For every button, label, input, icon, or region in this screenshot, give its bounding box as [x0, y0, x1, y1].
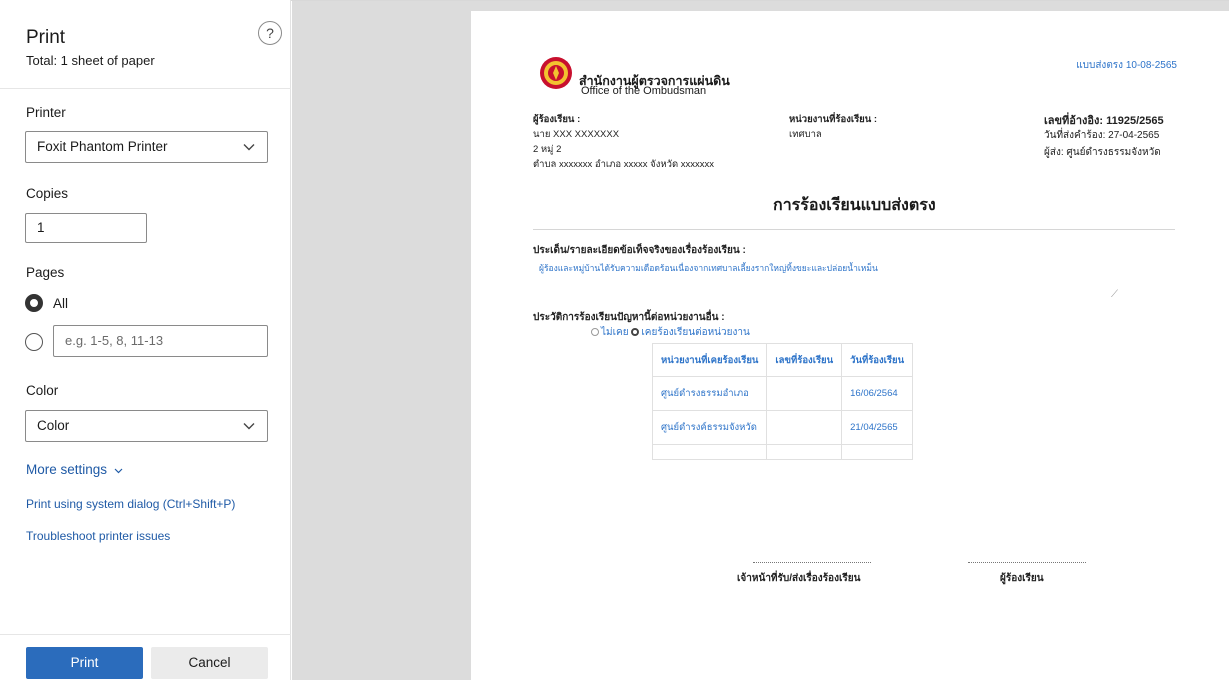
panel-divider — [0, 88, 291, 89]
agency-label: หน่วยงานที่ร้องเรียน : — [789, 114, 878, 125]
table-cell — [841, 444, 914, 460]
printer-label: Printer — [26, 105, 66, 120]
color-select[interactable]: Color — [25, 410, 268, 442]
officer-signature-line — [753, 562, 871, 564]
table-cell: ศูนย์ดำรงค์ธรรมจังหวัด — [651, 410, 768, 445]
address-line-2: ตำบล xxxxxxx อำเภอ xxxxx จังหวัด xxxxxxx — [533, 159, 715, 170]
history-options: ไม่เคย เคยร้องเรียนต่อหน่วยงาน — [591, 325, 750, 340]
complainant-name: นาย XXX XXXXXXX — [533, 129, 620, 140]
print-settings-panel: Print Total: 1 sheet of paper ? Printer … — [0, 0, 291, 680]
table-cell: 16/06/2564 — [841, 376, 914, 411]
history-table: หน่วยงานที่เคยร้องเรียน เลขที่ร้องเรียน … — [651, 343, 914, 460]
pages-range-input[interactable]: e.g. 1-5, 8, 11-13 — [53, 325, 268, 357]
table-row — [651, 444, 914, 460]
more-settings-link[interactable]: More settings — [26, 462, 123, 477]
table-cell — [651, 444, 768, 460]
print-button[interactable]: Print — [26, 647, 143, 679]
system-dialog-link[interactable]: Print using system dialog (Ctrl+Shift+P) — [26, 497, 235, 511]
preview-page: แบบส่งตรง 10-08-2565 สำนักงานผู้ตรวจการแ… — [471, 11, 1229, 681]
printer-value: Foxit Phantom Printer — [37, 139, 168, 154]
help-icon[interactable]: ? — [258, 21, 282, 45]
troubleshoot-link[interactable]: Troubleshoot printer issues — [26, 529, 170, 543]
sent-date: วันที่ส่งคำร้อง: 27-04-2565 — [1044, 130, 1160, 141]
chevron-down-icon — [243, 144, 255, 151]
complainant-signature-label: ผู้ร้องเรียน — [1000, 573, 1044, 584]
table-cell: 21/04/2565 — [841, 410, 914, 445]
table-cell: ศูนย์ดำรงธรรมอำเภอ — [651, 376, 768, 411]
complainant-label: ผู้ร้องเรียน : — [533, 114, 581, 125]
issue-text: ผู้ร้องและหมู่บ้านได้รับความเดือดร้อนเนื… — [539, 263, 878, 273]
print-preview-area[interactable]: แบบส่งตรง 10-08-2565 สำนักงานผู้ตรวจการแ… — [292, 1, 1229, 681]
ombudsman-seal-logo — [540, 57, 572, 89]
chevron-down-icon — [114, 468, 123, 474]
sheet-count: Total: 1 sheet of paper — [26, 53, 155, 68]
footer-divider — [0, 634, 291, 635]
ever-radio[interactable] — [631, 328, 640, 336]
reference-number: เลขที่อ้างอิง: 11925/2565 — [1044, 115, 1164, 127]
table-cell — [766, 444, 843, 460]
table-cell — [766, 410, 843, 445]
panel-title: Print — [26, 27, 66, 48]
agency-value: เทศบาล — [789, 129, 822, 140]
table-header-row: หน่วยงานที่เคยร้องเรียน เลขที่ร้องเรียน … — [651, 343, 914, 377]
table-header: หน่วยงานที่เคยร้องเรียน — [651, 343, 768, 377]
cancel-button[interactable]: Cancel — [151, 647, 268, 679]
officer-signature-label: เจ้าหน้าที่รับ/ส่งเรื่องร้องเรียน — [737, 573, 861, 584]
table-row: ศูนย์ดำรงธรรมอำเภอ 16/06/2564 — [651, 376, 914, 411]
table-cell — [766, 376, 843, 411]
more-settings-label: More settings — [26, 462, 108, 477]
table-row: ศูนย์ดำรงค์ธรรมจังหวัด 21/04/2565 — [651, 410, 914, 445]
table-header: วันที่ร้องเรียน — [841, 343, 914, 377]
sender: ผู้ส่ง: ศูนย์ดำรงธรรมจังหวัด — [1044, 147, 1161, 158]
pages-all-label: All — [53, 296, 69, 311]
form-code: แบบส่งตรง 10-08-2565 — [1076, 60, 1177, 71]
pages-range-radio[interactable] — [25, 333, 43, 351]
history-label: ประวัติการร้องเรียนปัญหานี้ต่อหน่วยงานอื… — [533, 312, 725, 323]
never-label: ไม่เคย — [601, 327, 629, 338]
color-value: Color — [37, 418, 70, 433]
color-label: Color — [26, 383, 59, 398]
pages-all-radio[interactable] — [25, 294, 43, 312]
printer-select[interactable]: Foxit Phantom Printer — [25, 131, 268, 163]
complainant-signature-line — [968, 562, 1086, 564]
chevron-down-icon — [243, 423, 255, 430]
pages-label: Pages — [26, 265, 65, 280]
org-name-english: Office of the Ombudsman — [581, 85, 707, 97]
document-title: การร้องเรียนแบบส่งตรง — [773, 197, 936, 214]
address-line-1: 2 หมู่ 2 — [533, 144, 562, 155]
copies-label: Copies — [26, 186, 69, 201]
copies-input[interactable]: 1 — [25, 213, 147, 243]
table-header: เลขที่ร้องเรียน — [766, 343, 843, 377]
never-radio[interactable] — [591, 328, 599, 336]
resize-handle-icon: ⟋ — [1111, 289, 1118, 300]
issue-label: ประเด็น/รายละเอียดข้อเท็จจริงของเรื่องร้… — [533, 245, 746, 256]
title-divider — [533, 229, 1175, 230]
ever-label: เคยร้องเรียนต่อหน่วยงาน — [641, 327, 750, 338]
